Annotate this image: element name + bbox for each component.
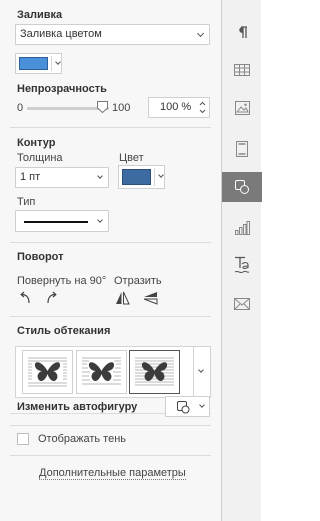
butterfly-square-wrap-icon [28, 357, 67, 387]
header-footer-icon [236, 141, 248, 157]
change-autoshape-button[interactable] [165, 396, 210, 417]
separator [51, 56, 52, 71]
fill-color-button[interactable] [15, 53, 62, 74]
divider [10, 455, 211, 456]
sidebar-item-table[interactable] [222, 55, 262, 85]
stroke-color-label: Цвет [119, 152, 144, 164]
opacity-title: Непрозрачность [17, 83, 107, 95]
wrap-style-through[interactable] [129, 350, 180, 394]
sidebar-item-chart[interactable] [222, 213, 262, 243]
shape-icon [235, 180, 249, 194]
sidebar-item-shape[interactable] [222, 172, 262, 202]
wrap-style-more-button[interactable] [193, 347, 210, 397]
divider [10, 425, 211, 426]
shape-settings-panel: Заливка Заливка цветом Непрозрачность 0 … [0, 0, 221, 521]
chevron-down-icon [198, 367, 204, 373]
opacity-value: 100 % [160, 101, 192, 113]
rotate-label: Повернуть на 90° [17, 275, 107, 287]
mail-merge-icon [234, 298, 250, 310]
image-icon [234, 101, 250, 115]
divider [10, 242, 211, 243]
table-icon [234, 64, 250, 76]
stroke-type-label: Тип [17, 196, 36, 208]
sidebar-item-image[interactable] [222, 93, 262, 123]
shape-icon [177, 401, 190, 414]
paragraph-icon [239, 26, 247, 38]
sidebar-item-mail-merge[interactable] [222, 289, 262, 319]
chevron-down-icon [55, 59, 61, 65]
chevron-down-icon [97, 173, 103, 179]
opacity-min-label: 0 [17, 102, 24, 114]
rotate-counterclockwise-icon[interactable] [18, 291, 32, 308]
stroke-color-button[interactable] [118, 165, 165, 189]
flip-horizontal-icon[interactable] [115, 291, 130, 308]
fill-title: Заливка [17, 9, 63, 21]
stroke-color-swatch [122, 169, 151, 185]
opacity-slider-thumb[interactable] [97, 101, 108, 114]
sidebar-item-text-art[interactable] [222, 250, 262, 280]
rotate-clockwise-icon[interactable] [45, 291, 59, 308]
stroke-type-select[interactable] [15, 210, 109, 232]
rotation-title: Поворот [17, 251, 64, 263]
chart-icon [234, 221, 250, 235]
shadow-label: Отображать тень [38, 433, 127, 445]
change-autoshape-label: Изменить автофигуру [17, 401, 138, 413]
fill-color-swatch [19, 57, 48, 70]
right-sidebar [221, 0, 262, 521]
advanced-settings-link[interactable]: Дополнительные параметры [39, 467, 186, 480]
stroke-width-value: 1 пт [20, 171, 41, 183]
sidebar-item-header-footer[interactable] [222, 134, 262, 164]
solid-line-icon [24, 221, 88, 223]
advanced-settings-text: Дополнительные параметры [39, 467, 186, 480]
stroke-width-label: Толщина [17, 152, 63, 164]
fill-type-value: Заливка цветом [20, 28, 102, 40]
divider [10, 127, 211, 128]
chevron-down-icon [196, 29, 205, 38]
chevron-down-icon [158, 172, 164, 178]
text-art-icon [234, 256, 250, 274]
divider [10, 316, 211, 317]
wrap-style-square[interactable] [22, 350, 73, 394]
fill-type-select[interactable]: Заливка цветом [15, 24, 210, 45]
separator [154, 168, 155, 186]
sidebar-item-paragraph[interactable] [222, 17, 262, 47]
flip-vertical-icon[interactable] [143, 291, 158, 308]
flip-label: Отразить [114, 275, 162, 287]
butterfly-through-wrap-icon [135, 357, 174, 386]
shadow-checkbox[interactable] [17, 433, 29, 445]
stroke-title: Контур [17, 137, 56, 149]
spinner-arrows-icon[interactable] [199, 100, 206, 115]
wrap-style-tight[interactable] [76, 350, 127, 394]
butterfly-tight-wrap-icon [82, 357, 121, 385]
chevron-down-icon [97, 217, 103, 223]
opacity-max-label: 100 [112, 102, 131, 114]
stroke-width-select[interactable]: 1 пт [15, 167, 109, 188]
opacity-input[interactable]: 100 % [148, 97, 210, 118]
chevron-down-icon [199, 402, 205, 408]
wrapping-title: Стиль обтекания [17, 325, 111, 337]
